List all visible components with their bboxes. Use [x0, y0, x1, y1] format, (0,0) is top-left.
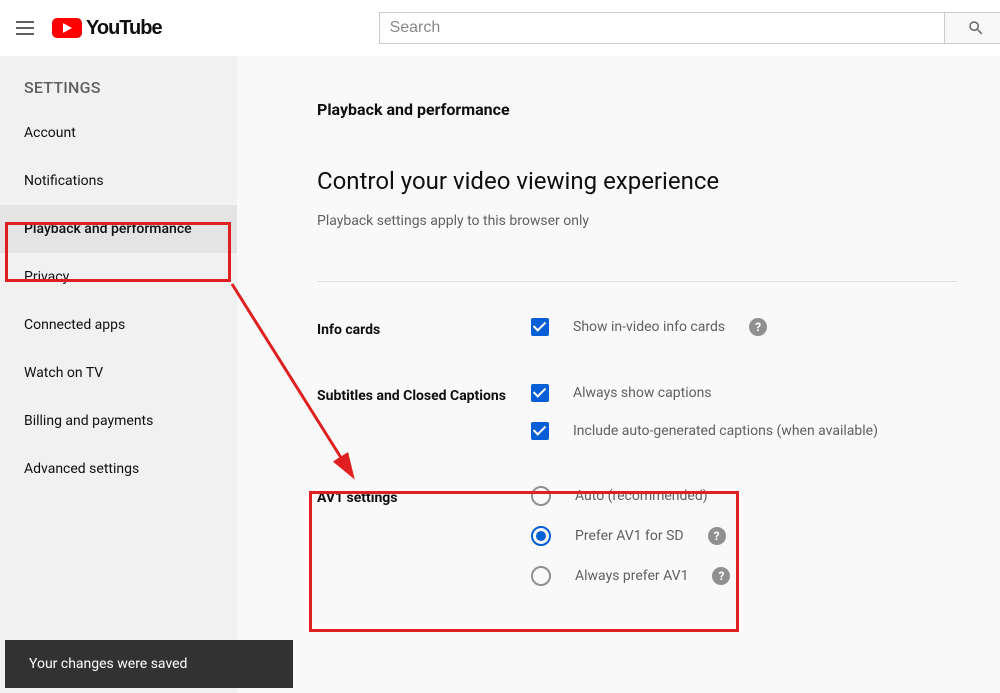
section-subtitles: Subtitles and Closed Captions Always sho…	[317, 384, 957, 440]
toast-message: Your changes were saved	[29, 656, 187, 672]
section-av1: AV1 settings Auto (recommended) Prefer A…	[317, 486, 957, 586]
checkbox-label: Show in-video info cards	[573, 319, 725, 335]
control-row: Prefer AV1 for SD ?	[531, 526, 957, 546]
checkbox-auto-captions[interactable]	[531, 422, 549, 440]
section-label-av1: AV1 settings	[317, 486, 531, 506]
sidebar-item-account[interactable]: Account	[0, 109, 237, 157]
search-icon	[967, 19, 985, 37]
radio-label: Always prefer AV1	[575, 568, 688, 584]
sidebar-item-connected-apps[interactable]: Connected apps	[0, 301, 237, 349]
checkbox-label: Always show captions	[573, 385, 712, 401]
section-divider	[317, 281, 957, 282]
play-icon	[52, 18, 82, 38]
sidebar-item-watch-on-tv[interactable]: Watch on TV	[0, 349, 237, 397]
search-bar	[379, 12, 1000, 44]
help-icon[interactable]: ?	[749, 318, 767, 336]
section-label-info-cards: Info cards	[317, 318, 531, 338]
settings-sidebar: SETTINGS Account Notifications Playback …	[0, 56, 237, 693]
youtube-logo[interactable]: YouTube	[52, 17, 162, 40]
control-row: Always prefer AV1 ?	[531, 566, 957, 586]
page-subtitle: Playback and performance	[317, 100, 1000, 119]
logo-text: YouTube	[86, 17, 162, 40]
checkbox-info-cards[interactable]	[531, 318, 549, 336]
radio-label: Prefer AV1 for SD	[575, 528, 684, 544]
control-row: Auto (recommended)	[531, 486, 957, 506]
toast-saved: Your changes were saved	[5, 640, 293, 688]
menu-icon[interactable]	[16, 16, 34, 40]
section-label-subtitles: Subtitles and Closed Captions	[317, 384, 531, 404]
page-title: Control your video viewing experience	[317, 167, 1000, 195]
search-button[interactable]	[944, 12, 1000, 44]
sidebar-item-billing[interactable]: Billing and payments	[0, 397, 237, 445]
radio-av1-sd[interactable]	[531, 526, 551, 546]
radio-label: Auto (recommended)	[575, 488, 708, 504]
sidebar-item-playback[interactable]: Playback and performance	[0, 205, 237, 253]
control-row: Show in-video info cards ?	[531, 318, 957, 336]
app-header: YouTube	[0, 0, 1000, 56]
help-icon[interactable]: ?	[712, 567, 730, 585]
control-row: Include auto-generated captions (when av…	[531, 422, 957, 440]
section-info-cards: Info cards Show in-video info cards ?	[317, 318, 957, 338]
sidebar-item-advanced[interactable]: Advanced settings	[0, 445, 237, 493]
help-icon[interactable]: ?	[708, 527, 726, 545]
radio-av1-always[interactable]	[531, 566, 551, 586]
control-row: Always show captions	[531, 384, 957, 402]
sidebar-heading: SETTINGS	[0, 68, 237, 109]
checkbox-always-captions[interactable]	[531, 384, 549, 402]
search-input[interactable]	[379, 12, 944, 44]
radio-av1-auto[interactable]	[531, 486, 551, 506]
page-description: Playback settings apply to this browser …	[317, 213, 1000, 229]
sidebar-item-notifications[interactable]: Notifications	[0, 157, 237, 205]
checkbox-label: Include auto-generated captions (when av…	[573, 423, 878, 439]
sidebar-item-privacy[interactable]: Privacy	[0, 253, 237, 301]
main-content: Playback and performance Control your vi…	[237, 56, 1000, 693]
